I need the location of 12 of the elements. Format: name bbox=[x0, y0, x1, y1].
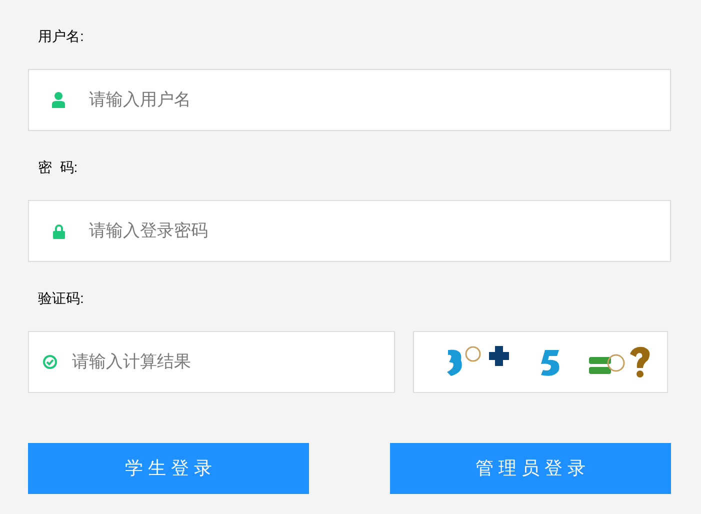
lock-icon bbox=[53, 224, 65, 238]
field-label: 用户名: bbox=[38, 27, 85, 46]
login-button[interactable]: 管 理 员 登 录 bbox=[390, 443, 671, 494]
check-circle-icon bbox=[43, 355, 57, 369]
input-field[interactable]: 请输入用户名 bbox=[28, 69, 671, 131]
field-label: 验证码: bbox=[38, 289, 85, 308]
login-button[interactable]: 学 生 登 录 bbox=[28, 443, 309, 494]
input-field[interactable]: 请输入计算结果 bbox=[28, 331, 395, 393]
field-label: 密 码: bbox=[38, 158, 79, 177]
captcha-image[interactable] bbox=[413, 331, 668, 393]
user-icon bbox=[52, 92, 65, 108]
input-field[interactable]: 请输入登录密码 bbox=[28, 200, 671, 262]
